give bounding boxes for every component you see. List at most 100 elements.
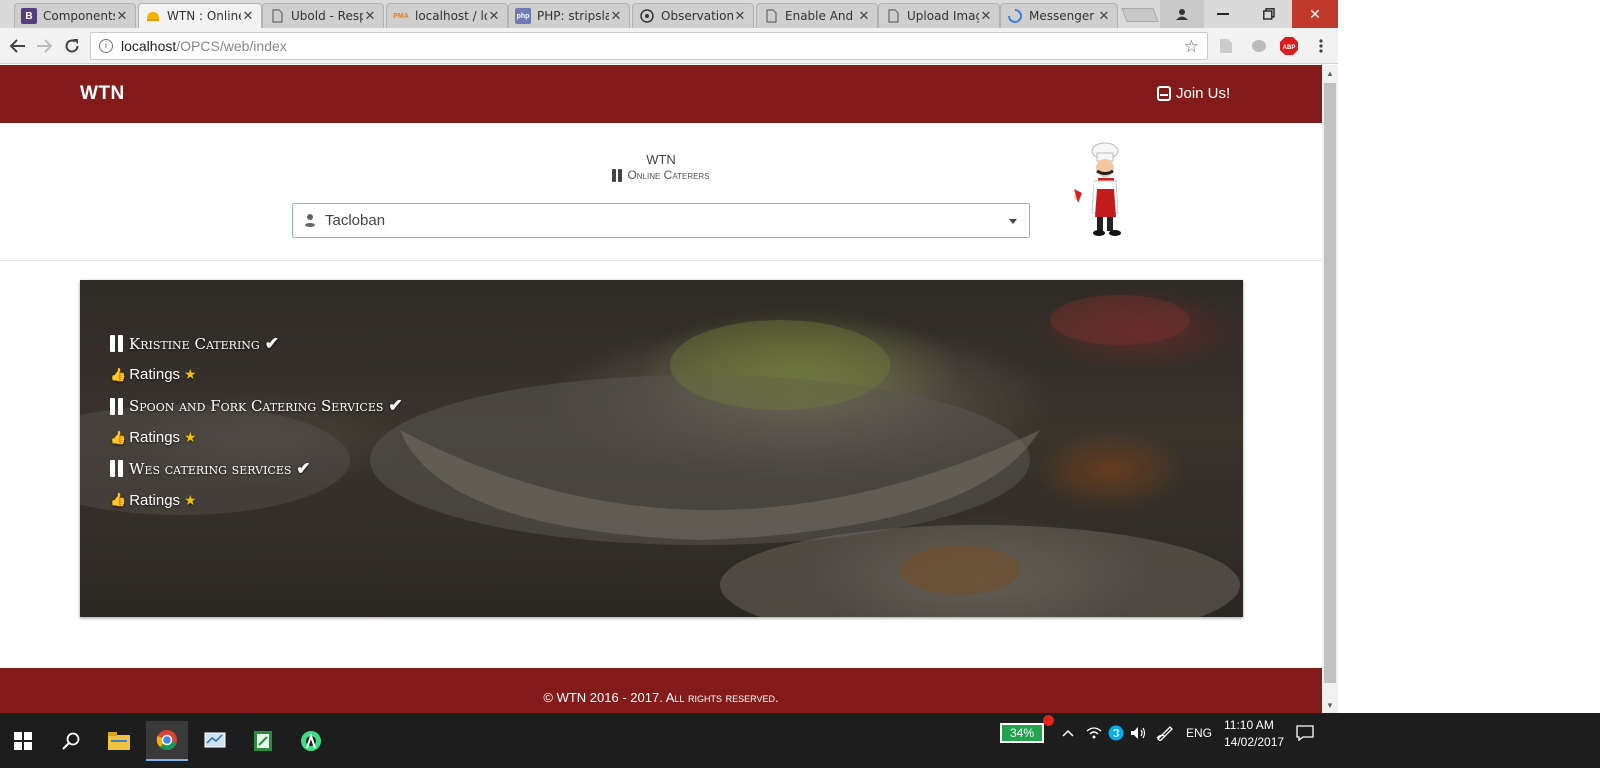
- star-icon: ★: [184, 429, 197, 446]
- chef-hat-icon: [145, 8, 161, 24]
- wifi-icon[interactable]: [1086, 723, 1102, 743]
- chevron-up-icon[interactable]: [1062, 723, 1074, 743]
- search-section: WTN Online Caterers Tacloban: [0, 123, 1322, 261]
- browser-tab[interactable]: PMA localhost / localhost ✕: [386, 3, 508, 28]
- caterer-name[interactable]: Wes catering services: [129, 460, 291, 478]
- clock-date[interactable]: 14/02/2017: [1224, 733, 1284, 751]
- close-icon[interactable]: ✕: [857, 8, 871, 24]
- scroll-thumb[interactable]: [1324, 83, 1336, 683]
- list-item: 👍 Ratings ★: [110, 359, 403, 390]
- window-close-icon[interactable]: ✕: [1292, 0, 1338, 28]
- pen-icon[interactable]: [1156, 723, 1174, 743]
- android-studio-icon[interactable]: [290, 721, 332, 761]
- pdf-extension-icon[interactable]: [1217, 37, 1235, 55]
- spreadsheet-app-icon[interactable]: [242, 721, 284, 761]
- tab-label: localhost / localhost: [415, 9, 487, 23]
- browser-tab[interactable]: Observation ✕: [632, 3, 754, 28]
- city-select[interactable]: Tacloban: [292, 203, 1030, 238]
- browser-tab[interactable]: B Components ✕: [14, 3, 136, 28]
- star-icon: ★: [184, 366, 197, 383]
- system-monitor-icon[interactable]: [194, 721, 236, 761]
- list-item[interactable]: Wes catering services ✔: [110, 453, 403, 484]
- clock-time[interactable]: 11:10 AM: [1224, 716, 1274, 734]
- scroll-down-icon[interactable]: ▼: [1322, 697, 1338, 713]
- windows-start-icon[interactable]: [2, 721, 44, 761]
- caterer-name[interactable]: Kristine Catering: [129, 335, 260, 353]
- join-icon: [1157, 86, 1171, 101]
- location-pin-icon: [305, 213, 315, 228]
- file-explorer-icon[interactable]: [98, 721, 140, 761]
- list-item[interactable]: Kristine Catering ✔: [110, 328, 403, 359]
- adblock-label: ABP: [1283, 45, 1296, 51]
- close-icon[interactable]: ✕: [115, 8, 129, 24]
- star-icon: ★: [184, 491, 197, 508]
- ratings-label: Ratings: [129, 491, 181, 509]
- browser-tab[interactable]: Ubold - Responsive ✕: [262, 3, 384, 28]
- restore-icon[interactable]: [1246, 0, 1292, 28]
- document-icon: [885, 8, 901, 24]
- menu-dots-icon[interactable]: [1312, 37, 1330, 55]
- document-icon: [763, 8, 779, 24]
- language-indicator[interactable]: ENG: [1186, 723, 1212, 743]
- list-item[interactable]: Spoon and Fork Catering Services ✔: [110, 391, 403, 422]
- notification-dot-icon: [1043, 715, 1054, 726]
- tab-label: Enable And: [785, 9, 854, 23]
- minimize-icon[interactable]: [1200, 0, 1246, 28]
- close-icon[interactable]: ✕: [241, 8, 255, 24]
- extension-icon[interactable]: [1250, 37, 1268, 55]
- browser-tab-active[interactable]: WTN : Online Caterers ✕: [138, 3, 262, 28]
- phpmyadmin-icon: PMA: [393, 12, 409, 20]
- list-item: 👍 Ratings ★: [110, 422, 403, 453]
- tab-label: Ubold - Responsive: [291, 9, 363, 23]
- browser-tab[interactable]: php PHP: stripslashes ✕: [508, 3, 630, 28]
- list-item: 👍 Ratings ★: [110, 484, 403, 515]
- thumbs-up-icon: 👍: [110, 366, 127, 382]
- join-us-link[interactable]: Join Us!: [1157, 85, 1230, 102]
- url-path: /OPCS/web/index: [176, 38, 287, 54]
- battery-indicator[interactable]: 34%: [1000, 723, 1044, 743]
- search-icon[interactable]: [50, 721, 92, 761]
- city-select-value: Tacloban: [325, 212, 386, 229]
- back-arrow-icon[interactable]: [6, 34, 30, 58]
- thumbs-up-icon: 👍: [110, 429, 127, 445]
- document-icon: [269, 8, 285, 24]
- tab-label: PHP: stripslashes: [537, 9, 609, 23]
- chef-mascot-icon: [1074, 142, 1121, 236]
- skype-icon[interactable]: [1108, 723, 1124, 743]
- join-us-label: Join Us!: [1176, 85, 1231, 102]
- forward-arrow-icon[interactable]: [32, 34, 56, 58]
- site-header: WTN Join Us!: [0, 65, 1322, 123]
- loading-spinner-icon: [1007, 8, 1023, 24]
- action-center-icon[interactable]: [1296, 723, 1314, 743]
- scroll-up-icon[interactable]: ▲: [1322, 65, 1338, 81]
- tab-label: Upload Image: [907, 9, 979, 23]
- thumbs-up-icon: 👍: [110, 492, 127, 508]
- close-icon[interactable]: ✕: [609, 8, 623, 24]
- browser-tab[interactable]: Enable And ✕: [756, 3, 878, 28]
- close-icon[interactable]: ✕: [979, 8, 993, 24]
- cutlery-icon: [110, 397, 124, 415]
- adblock-icon[interactable]: ABP: [1280, 37, 1298, 55]
- caterer-list: Kristine Catering ✔ 👍 Ratings ★ Spoon an…: [110, 328, 403, 516]
- tagline-text: Online Caterers: [627, 168, 710, 182]
- reload-icon[interactable]: [60, 34, 84, 58]
- new-tab-button[interactable]: [1121, 8, 1159, 22]
- bookmark-star-icon[interactable]: ☆: [1184, 37, 1199, 57]
- tab-label: Observation: [661, 9, 733, 23]
- close-icon[interactable]: ✕: [487, 8, 501, 24]
- brand-logo[interactable]: WTN: [80, 83, 125, 105]
- caterer-name[interactable]: Spoon and Fork Catering Services: [129, 397, 383, 415]
- bootstrap-icon: B: [21, 8, 37, 24]
- close-icon[interactable]: ✕: [1097, 8, 1111, 24]
- browser-tab[interactable]: Upload Image ✕: [878, 3, 1000, 28]
- volume-icon[interactable]: [1130, 723, 1148, 743]
- user-profile-icon[interactable]: [1160, 0, 1204, 28]
- close-icon[interactable]: ✕: [733, 8, 747, 24]
- info-icon[interactable]: i: [99, 39, 113, 53]
- address-bar[interactable]: i localhost/OPCS/web/index ☆: [90, 32, 1208, 60]
- chrome-icon[interactable]: [146, 721, 188, 761]
- vertical-scrollbar[interactable]: ▲ ▼: [1322, 65, 1338, 713]
- close-icon[interactable]: ✕: [363, 8, 377, 24]
- browser-tab[interactable]: Messenger ✕: [1000, 3, 1118, 28]
- page-viewport: WTN Join Us! WTN Online Caterers Tacloba…: [0, 65, 1322, 713]
